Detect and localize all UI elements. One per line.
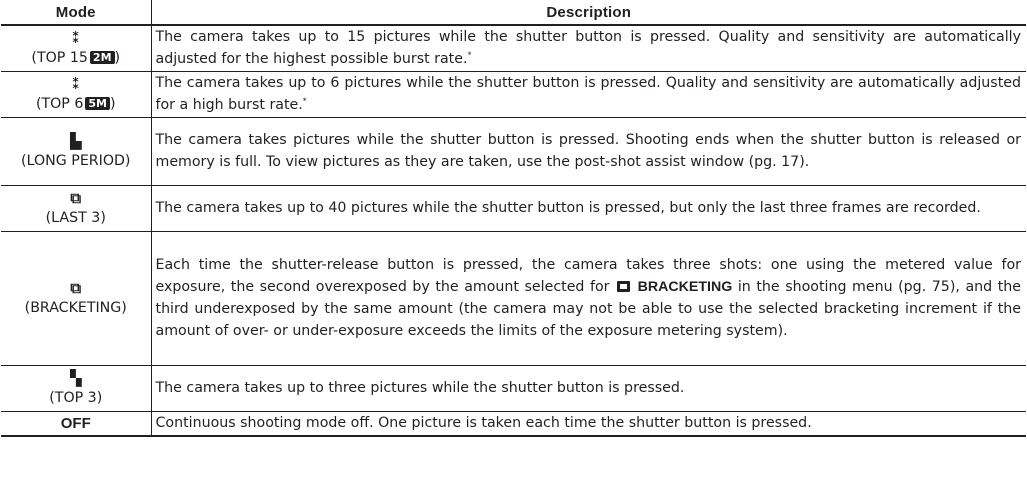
table-row: ▚ (TOP 3) The camera takes up to three p… xyxy=(1,365,1026,412)
description-cell: The camera takes pictures while the shut… xyxy=(155,132,1022,170)
mode-label: OFF xyxy=(60,414,91,432)
footnote-mark: * xyxy=(467,50,472,60)
table-row: ⧉ (LAST 3) The camera takes up to 40 pic… xyxy=(1,185,1026,232)
table-row: ⁑ (TOP 6 5M) The camera takes up to 6 pic… xyxy=(1,71,1026,118)
mode-cell: ⧉ (LAST 3) xyxy=(1,185,152,232)
mode-cell: ⁑ (TOP 6 5M) xyxy=(1,71,152,118)
footnote-mark: * xyxy=(302,96,307,106)
description-cell: The camera takes up to 6 pictures while … xyxy=(155,75,1022,113)
top-15-burst-icon: ⁑ xyxy=(71,28,80,47)
mode-cell: ▚ (TOP 3) xyxy=(1,365,152,412)
top-6-burst-icon: ⁑ xyxy=(71,74,80,93)
description-cell: The camera takes up to 40 pictures while… xyxy=(155,200,981,216)
bracketing-menu-icon xyxy=(617,281,631,292)
continuous-mode-table: Mode Description ⁑ (TOP 15 2M) The camera… xyxy=(1,0,1026,437)
mode-cell: ▙ (LONG PERIOD) xyxy=(1,117,152,186)
description-column-header: Description xyxy=(546,3,632,21)
mode-label: (LONG PERIOD) xyxy=(21,152,131,169)
image-size-badge: 2M xyxy=(89,50,115,64)
table-row: ⁑ (TOP 15 2M) The camera takes up to 15 p… xyxy=(1,25,1026,72)
top-3-icon: ▚ xyxy=(69,368,82,387)
mode-label: (BRACKETING) xyxy=(24,299,127,316)
mode-cell: ⁑ (TOP 15 2M) xyxy=(1,25,152,72)
image-size-badge: 5M xyxy=(85,96,111,110)
description-cell: The camera takes up to 15 pictures while… xyxy=(155,29,1022,67)
table-row: OFF Continuous shooting mode off. One pi… xyxy=(1,411,1026,436)
table-row: ⧉ (BRACKETING) Each time the shutter-rel… xyxy=(1,231,1026,366)
long-period-icon: ▙ xyxy=(69,131,82,150)
description-cell: The camera takes up to three pictures wh… xyxy=(155,380,685,396)
mode-label: (TOP 15 2M) xyxy=(31,49,121,66)
description-cell: Each time the shutter-release button is … xyxy=(155,257,1022,339)
bracketing-icon: ⧉ xyxy=(70,278,82,297)
last-3-icon: ⧉ xyxy=(70,188,82,207)
mode-column-header: Mode xyxy=(1,0,152,25)
description-cell: Continuous shooting mode off. One pictur… xyxy=(155,415,812,431)
mode-label: (TOP 3) xyxy=(49,389,103,406)
table-row: ▙ (LONG PERIOD) The camera takes picture… xyxy=(1,117,1026,186)
mode-cell: OFF xyxy=(1,411,152,436)
mode-cell: ⧉ (BRACKETING) xyxy=(1,231,152,366)
mode-label: (LAST 3) xyxy=(45,209,106,226)
menu-item-name: BRACKETING xyxy=(637,279,733,295)
table-header-row: Mode Description xyxy=(1,0,1026,25)
mode-label: (TOP 6 5M) xyxy=(35,95,116,112)
